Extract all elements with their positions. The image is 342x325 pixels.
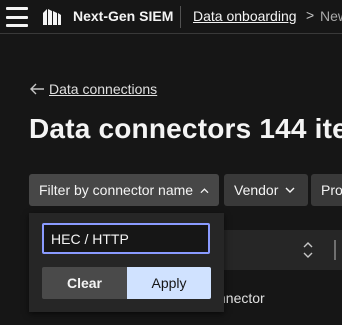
arrow-left-icon (30, 83, 44, 95)
filter-vendor-label: Vendor (234, 182, 279, 198)
breadcrumb-current: New (320, 8, 342, 24)
filter-connector-name-button[interactable]: Filter by connector name (29, 174, 219, 206)
filter-vendor-button[interactable]: Vendor (224, 174, 308, 206)
back-link-label: Data connections (49, 81, 158, 97)
app-logo-icon[interactable] (41, 7, 63, 27)
header-divider (180, 6, 181, 28)
chevron-down-icon (285, 187, 295, 193)
top-header: Next-Gen SIEM Data onboarding > New (0, 0, 342, 34)
apply-button[interactable]: Apply (127, 267, 211, 299)
page-title: Data connectors 144 items (29, 113, 342, 144)
table-header (210, 230, 342, 270)
filter-popover: Clear Apply (29, 213, 224, 312)
chevron-up-icon (200, 187, 209, 193)
table-row-text: nnector (218, 290, 265, 306)
filter-product-label: Pro (321, 182, 342, 198)
clear-button[interactable]: Clear (42, 267, 127, 299)
hamburger-menu-icon[interactable] (6, 7, 28, 27)
product-name[interactable]: Next-Gen SIEM (73, 8, 173, 24)
filter-connector-name-label: Filter by connector name (39, 182, 194, 198)
filter-product-button[interactable]: Pro (311, 174, 342, 206)
back-link[interactable]: Data connections (29, 81, 157, 97)
column-resize-handle[interactable] (334, 240, 336, 260)
breadcrumb-data-onboarding[interactable]: Data onboarding (193, 8, 297, 24)
page: Next-Gen SIEM Data onboarding > New Data… (0, 0, 342, 325)
sort-arrows-icon[interactable] (302, 241, 314, 259)
breadcrumb-separator: > (306, 7, 315, 23)
connector-name-search-input[interactable] (42, 223, 210, 254)
